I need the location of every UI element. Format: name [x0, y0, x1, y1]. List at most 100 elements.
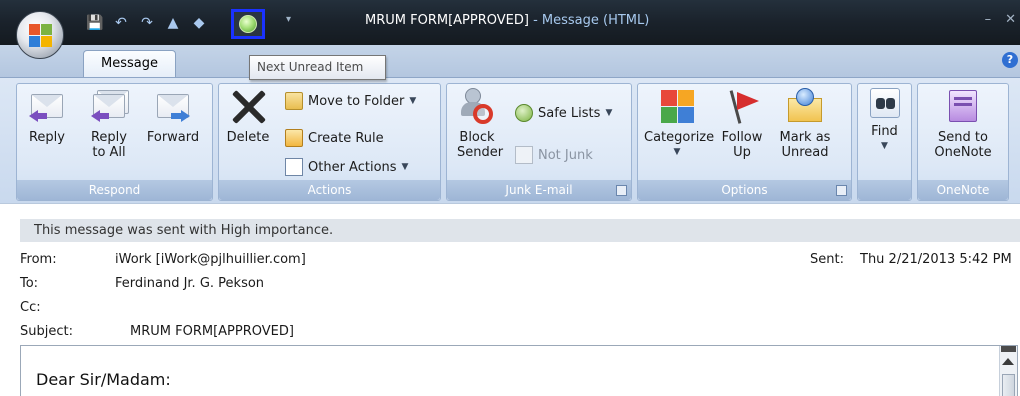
- sent-label: Sent:: [810, 252, 844, 267]
- send-to-onenote-button[interactable]: Send to OneNote: [924, 88, 1002, 160]
- previous-item-icon[interactable]: ▲: [163, 13, 183, 33]
- safe-lists-label: Safe Lists: [538, 105, 601, 121]
- other-actions-icon: [285, 158, 303, 176]
- next-item-icon[interactable]: ◆: [189, 13, 209, 33]
- next-unread-icon: [239, 15, 257, 33]
- follow-up-button[interactable]: Follow Up: [714, 88, 770, 160]
- body-greeting: Dear Sir/Madam:: [36, 370, 171, 389]
- ribbon: Reply Reply to All Forward Respond Delet…: [0, 77, 1020, 203]
- follow-up-label: Follow Up: [721, 130, 763, 160]
- options-group-label: Options: [638, 180, 851, 200]
- window-title: MRUM FORM[APPROVED] - Message (HTML): [365, 13, 649, 28]
- respond-group: Reply Reply to All Forward Respond: [16, 83, 213, 201]
- forward-label: Forward: [146, 130, 200, 145]
- create-rule-button[interactable]: Create Rule: [285, 129, 384, 147]
- onenote-icon: [945, 88, 981, 124]
- delete-icon: [230, 88, 266, 124]
- create-rule-icon: [285, 129, 303, 147]
- delete-button[interactable]: Delete: [223, 88, 273, 145]
- reply-all-button[interactable]: Reply to All: [83, 88, 135, 160]
- window-title-suffix: - Message (HTML): [528, 13, 650, 28]
- reply-all-icon: [91, 88, 129, 124]
- safe-lists-icon: [515, 104, 533, 122]
- find-group-label: [858, 180, 911, 200]
- not-junk-icon: [515, 146, 533, 164]
- reply-icon: [29, 88, 65, 124]
- tab-message[interactable]: Message: [83, 50, 176, 79]
- to-value[interactable]: Ferdinand Jr. G. Pekson: [115, 276, 264, 291]
- junk-email-group: Block Sender Safe Lists ▼ Not Junk Junk E…: [446, 83, 632, 201]
- forward-button[interactable]: Forward: [141, 88, 205, 145]
- move-to-folder-icon: [285, 92, 303, 110]
- mark-as-unread-label: Mark as Unread: [779, 130, 831, 160]
- undo-icon[interactable]: ↶: [111, 13, 131, 33]
- move-to-folder-button[interactable]: Move to Folder ▼: [285, 92, 416, 110]
- follow-up-flag-icon: [724, 88, 760, 124]
- block-sender-icon: [459, 88, 495, 124]
- onenote-group-label: OneNote: [918, 180, 1008, 200]
- find-binoculars-icon: [869, 88, 900, 118]
- create-rule-label: Create Rule: [308, 130, 384, 146]
- block-sender-label: Block Sender: [457, 130, 504, 160]
- title-bar: 💾 ↶ ↷ ▲ ◆ ▾ MRUM FORM[APPROVED] - Messag…: [0, 0, 1020, 45]
- save-icon[interactable]: 💾: [85, 13, 105, 33]
- help-icon[interactable]: ?: [1002, 52, 1018, 68]
- other-actions-label: Other Actions: [308, 159, 397, 175]
- scroll-up-icon[interactable]: [1002, 358, 1014, 365]
- customize-qat-icon[interactable]: ▾: [286, 14, 291, 25]
- sent-value: Thu 2/21/2013 5:42 PM: [860, 252, 1012, 267]
- cc-label: Cc:: [20, 300, 41, 315]
- options-group: Categorize ▼ Follow Up Mark as Unread Op…: [637, 83, 852, 201]
- redo-icon[interactable]: ↷: [137, 13, 157, 33]
- safe-lists-dropdown-icon: ▼: [605, 108, 613, 118]
- mark-unread-icon: [787, 88, 823, 124]
- minimize-button[interactable]: –: [985, 12, 992, 27]
- window-title-subject: MRUM FORM[APPROVED]: [365, 13, 529, 28]
- categorize-label: Categorize: [644, 130, 715, 145]
- message-body[interactable]: Dear Sir/Madam:: [20, 345, 1018, 396]
- close-button[interactable]: ✕: [1005, 12, 1016, 27]
- ribbon-tab-row: Message: [0, 45, 1020, 79]
- other-actions-button[interactable]: Other Actions ▼: [285, 158, 408, 176]
- reply-label: Reply: [28, 130, 65, 145]
- from-value[interactable]: iWork [iWork@pjlhuillier.com]: [115, 252, 306, 267]
- tooltip: Next Unread Item: [249, 55, 386, 80]
- reply-button[interactable]: Reply: [21, 88, 73, 145]
- options-dialog-launcher-icon[interactable]: [836, 185, 847, 196]
- actions-group: Delete Move to Folder ▼ Create Rule Other…: [218, 83, 441, 201]
- scroll-thumb[interactable]: [1002, 374, 1015, 396]
- categorize-dropdown-icon: ▼: [673, 147, 681, 157]
- move-to-folder-dropdown-icon: ▼: [409, 96, 417, 106]
- next-unread-item-button[interactable]: [231, 9, 265, 39]
- message-area: This message was sent with High importan…: [0, 203, 1020, 396]
- block-sender-button[interactable]: Block Sender: [451, 88, 503, 160]
- vertical-scrollbar[interactable]: [999, 346, 1017, 396]
- quick-access-toolbar: 💾 ↶ ↷ ▲ ◆: [85, 12, 209, 34]
- from-label: From:: [20, 252, 57, 267]
- office-logo-icon: [29, 24, 53, 48]
- find-label: Find: [871, 124, 898, 139]
- junk-email-dialog-launcher-icon[interactable]: [616, 185, 627, 196]
- mark-as-unread-button[interactable]: Mark as Unread: [774, 88, 836, 160]
- find-group: Find ▼: [857, 83, 912, 201]
- safe-lists-button[interactable]: Safe Lists ▼: [515, 104, 612, 122]
- forward-icon: [155, 88, 191, 124]
- categorize-button[interactable]: Categorize ▼: [644, 88, 715, 160]
- window-controls: – ✕: [985, 12, 1020, 27]
- junk-email-group-label: Junk E-mail: [447, 180, 631, 200]
- delete-label: Delete: [226, 130, 270, 145]
- reply-all-label: Reply to All: [90, 130, 127, 160]
- actions-group-label: Actions: [219, 180, 440, 200]
- importance-banner: This message was sent with High importan…: [20, 219, 1020, 242]
- onenote-group: Send to OneNote OneNote: [917, 83, 1009, 201]
- categorize-icon: [659, 88, 695, 124]
- scroll-top-bar: [1001, 346, 1016, 352]
- subject-label: Subject:: [20, 324, 73, 339]
- subject-value: MRUM FORM[APPROVED]: [130, 324, 294, 339]
- office-button[interactable]: [16, 11, 64, 59]
- move-to-folder-label: Move to Folder: [308, 93, 405, 109]
- to-label: To:: [20, 276, 39, 291]
- not-junk-button[interactable]: Not Junk: [515, 146, 593, 164]
- find-dropdown-icon: ▼: [881, 141, 888, 151]
- find-button[interactable]: Find ▼: [862, 88, 907, 154]
